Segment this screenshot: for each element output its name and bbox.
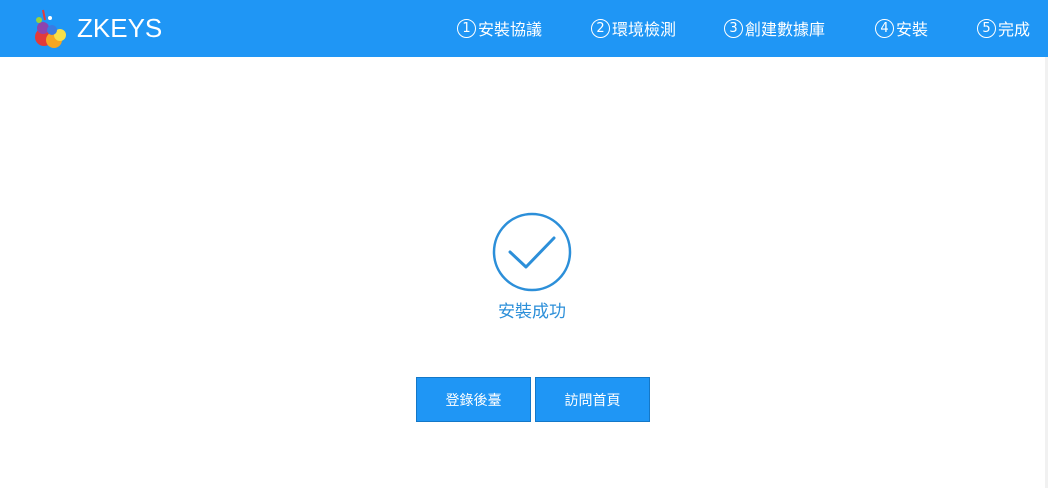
step-install[interactable]: 4 安裝 (875, 16, 928, 40)
step-number: 4 (875, 18, 894, 38)
step-number: 5 (977, 18, 996, 38)
step-label: 安裝協議 (478, 20, 543, 39)
install-steps-nav: 1 安裝協議 2 環境檢測 3 創建數據庫 4 安裝 5 完成 (0, 0, 1048, 57)
step-create-database[interactable]: 3 創建數據庫 (724, 16, 825, 40)
step-environment-check[interactable]: 2 環境檢測 (591, 16, 676, 40)
step-number: 2 (591, 18, 610, 38)
top-header: ZKEYS 1 安裝協議 2 環境檢測 3 創建數據庫 4 安裝 5 完成 (0, 0, 1048, 57)
step-number: 3 (724, 18, 743, 38)
step-complete[interactable]: 5 完成 (977, 16, 1030, 40)
checkmark-circle-icon (492, 212, 572, 292)
step-agreement[interactable]: 1 安裝協議 (457, 16, 542, 40)
install-success-text: 安裝成功 (498, 302, 566, 322)
login-admin-button[interactable]: 登錄後臺 (416, 377, 531, 422)
step-label: 安裝 (896, 20, 929, 39)
step-label: 環境檢測 (612, 20, 677, 39)
step-label: 創建數據庫 (745, 20, 826, 39)
visit-home-button[interactable]: 訪問首頁 (535, 377, 650, 422)
step-label: 完成 (998, 20, 1031, 39)
step-number: 1 (457, 18, 476, 38)
